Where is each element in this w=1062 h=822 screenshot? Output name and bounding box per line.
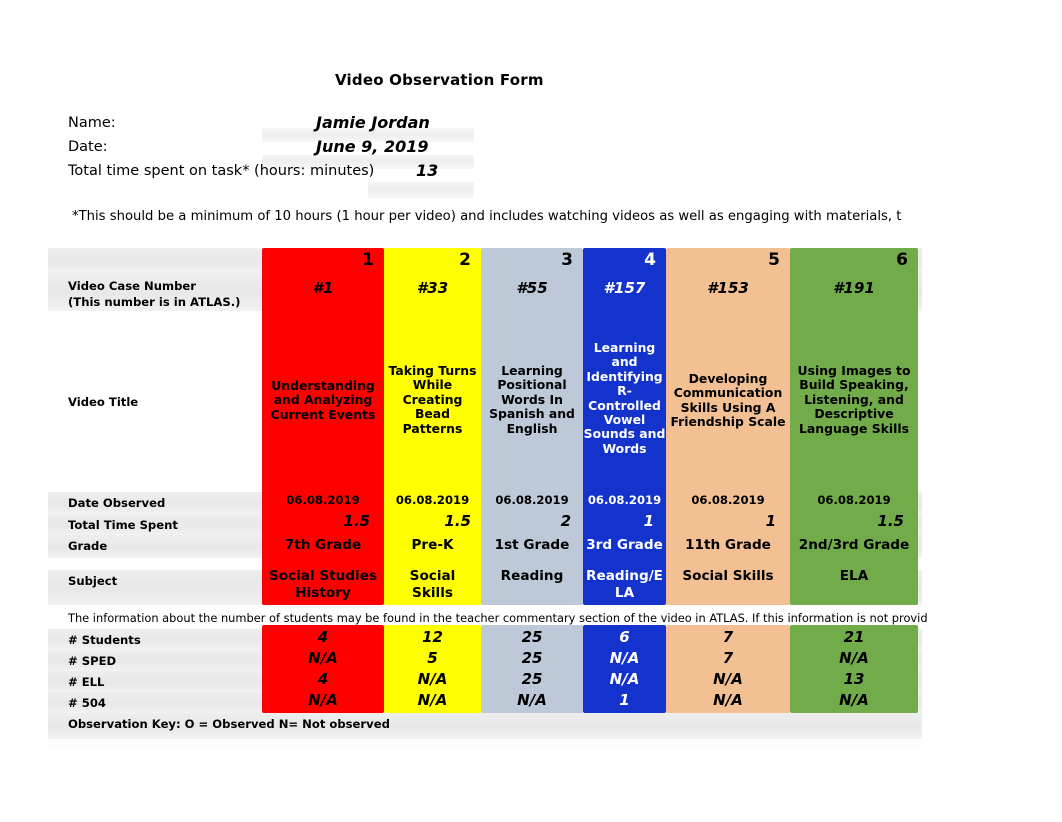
column-number-2: 2 (459, 250, 471, 270)
cell-ell-4: N/A (609, 670, 640, 688)
cell-grade-5: 11th Grade (685, 537, 771, 553)
row-label-ell: # ELL (68, 675, 105, 689)
name-row: Name: Jamie Jordan (68, 113, 968, 137)
cell-sped-6: N/A (839, 649, 869, 667)
row-label-total-time-spent: Total Time Spent (68, 518, 178, 532)
row-label-date-observed: Date Observed (68, 496, 166, 510)
cell-video-title-1: Understanding and Analyzing Current Even… (270, 378, 376, 422)
cell-video-title-6: Using Images to Build Speaking, Listenin… (797, 363, 911, 436)
students-note: The information about the number of stud… (68, 611, 928, 625)
cell-504-4: 1 (619, 691, 630, 709)
date-row: Date: June 9, 2019 (68, 137, 968, 161)
cell-grade-1: 7th Grade (284, 537, 362, 553)
observation-key: Observation Key: O = Observed N= Not obs… (68, 717, 390, 731)
cell-grade-6: 2nd/3rd Grade (798, 537, 910, 553)
cell-video-title-4: Learning and Identifying R- Controlled V… (583, 340, 666, 456)
column-number-6: 6 (896, 250, 908, 270)
cell-504-3: N/A (517, 691, 547, 709)
column-number-1: 1 (362, 250, 374, 270)
date-value[interactable]: June 9, 2019 (316, 137, 428, 156)
column-number-5: 5 (768, 250, 780, 270)
column-number-4: 4 (644, 250, 656, 270)
cell-grade-2: Pre-K (411, 537, 454, 553)
cell-sped-1: N/A (308, 649, 338, 667)
cell-grade-4: 3rd Grade (586, 537, 663, 553)
cell-sped-2: 5 (427, 649, 438, 667)
row-label-sped: # SPED (68, 654, 117, 668)
cell-video-title-5: Developing Communication Skills Using A … (670, 371, 786, 430)
cell-date-observed-1: 06.08.2019 (286, 493, 360, 507)
row-label-students: # Students (68, 633, 141, 647)
form-meta-block: Name: Jamie Jordan Date: June 9, 2019 To… (68, 113, 968, 185)
cell-case-number-3: #55 (516, 279, 548, 297)
cell-date-observed-4: 06.08.2019 (587, 493, 662, 507)
cell-case-number-1: #1 (312, 279, 334, 297)
cell-subject-6: ELA (839, 568, 869, 584)
row-label-video-case-number-sub: (This number is in ATLAS.) (68, 295, 241, 309)
cell-students-6: 21 (843, 628, 865, 646)
cell-ell-2: N/A (417, 670, 448, 688)
cell-total-time-4: 1 (643, 512, 654, 530)
cell-date-observed-6: 06.08.2019 (817, 493, 891, 507)
cell-sped-5: 7 (722, 649, 734, 667)
cell-504-5: N/A (713, 691, 743, 709)
cell-subject-1: Social Studies History (268, 568, 378, 601)
cell-total-time-6: 1.5 (877, 512, 904, 530)
cell-total-time-5: 1 (765, 512, 776, 530)
cell-students-1: 4 (317, 628, 329, 646)
cell-504-6: N/A (839, 691, 869, 709)
cell-total-time-1: 1.5 (343, 512, 370, 530)
cell-sped-4: N/A (609, 649, 640, 667)
cell-video-title-3: Learning Positional Words In Spanish and… (489, 363, 575, 436)
total-time-value[interactable]: 13 (416, 161, 438, 180)
cell-video-title-2: Taking Turns While Creating Bead Pattern… (388, 363, 477, 436)
cell-students-4: 6 (619, 628, 630, 646)
total-time-row: Total time spent on task* (hours: minute… (68, 161, 968, 185)
cell-students-2: 12 (422, 628, 443, 646)
name-value[interactable]: Jamie Jordan (316, 113, 430, 132)
cell-case-number-2: #33 (416, 279, 449, 297)
row-label-video-case-number: Video Case Number (68, 279, 196, 293)
cell-case-number-6: #191 (833, 279, 875, 297)
cell-ell-3: 25 (521, 670, 543, 688)
cell-total-time-3: 2 (560, 512, 571, 530)
page-title: Video Observation Form (335, 71, 544, 89)
row-label-video-title: Video Title (68, 395, 139, 409)
cell-date-observed-5: 06.08.2019 (691, 493, 765, 507)
cell-ell-5: N/A (713, 670, 743, 688)
total-time-label: Total time spent on task* (hours: minute… (68, 163, 375, 179)
cell-504-2: N/A (417, 691, 448, 709)
cell-sped-3: 25 (521, 649, 543, 667)
cell-case-number-4: #157 (603, 279, 646, 297)
row-label-subject: Subject (68, 574, 118, 588)
cell-ell-1: 4 (317, 670, 329, 688)
cell-ell-6: 13 (843, 670, 865, 688)
date-label: Date: (68, 139, 108, 155)
footnote-text: *This should be a minimum of 10 hours (1… (72, 209, 902, 224)
cell-504-1: N/A (308, 691, 338, 709)
cell-case-number-5: #153 (707, 279, 749, 297)
cell-subject-5: Social Skills (682, 568, 774, 584)
cell-subject-2: Social Skills (409, 568, 456, 601)
cell-subject-3: Reading (500, 568, 564, 584)
cell-grade-3: 1st Grade (494, 537, 570, 553)
column-number-3: 3 (561, 250, 573, 270)
observation-table: 1 2 3 4 5 6 Video Case Number (This numb… (48, 243, 928, 746)
row-label-grade: Grade (68, 539, 108, 553)
cell-subject-4: Reading/E LA (586, 568, 663, 601)
cell-students-5: 7 (722, 628, 734, 646)
name-label: Name: (68, 115, 116, 131)
row-label-504: # 504 (68, 696, 106, 710)
cell-date-observed-3: 06.08.2019 (495, 493, 569, 507)
cell-students-3: 25 (521, 628, 543, 646)
cell-date-observed-2: 06.08.2019 (395, 493, 470, 507)
cell-total-time-2: 1.5 (444, 512, 471, 530)
